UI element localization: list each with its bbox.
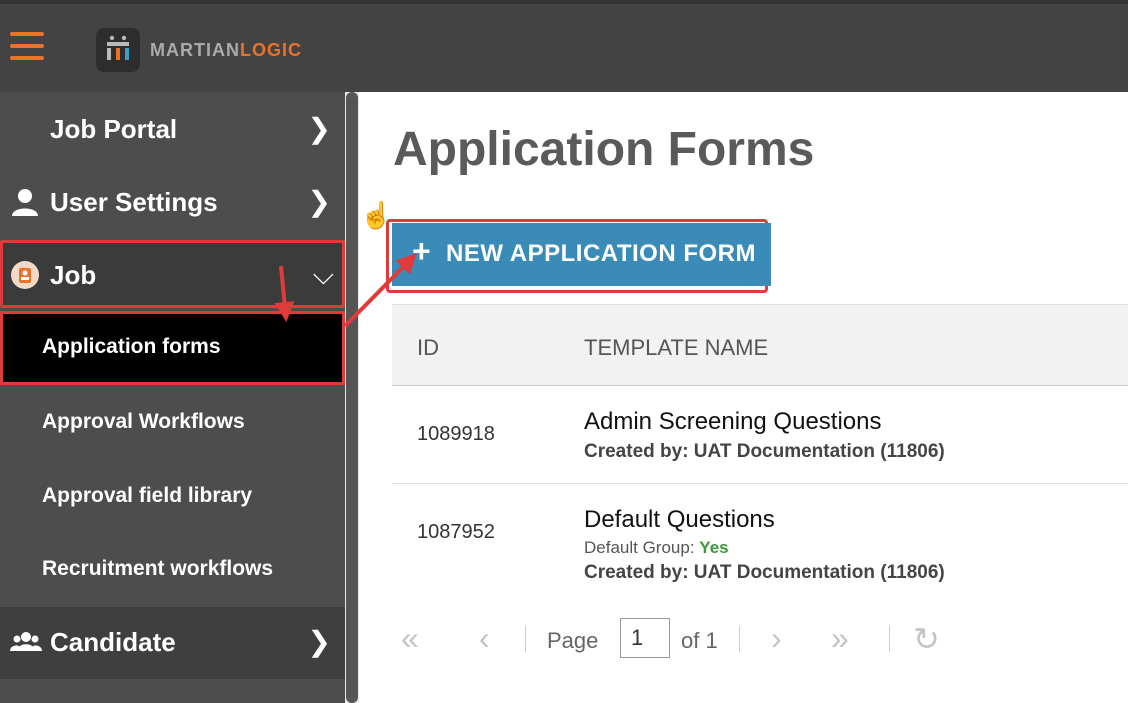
user-icon bbox=[10, 187, 40, 217]
row-template-name[interactable]: Default Questions bbox=[584, 506, 775, 534]
chevron-right-icon: ❯ bbox=[307, 113, 331, 144]
table-row[interactable]: 1087952 Default Questions Default Group:… bbox=[392, 484, 1128, 583]
sidebar-subitem-label: Approval Workflows bbox=[42, 410, 245, 433]
sidebar-subitem-recruitment-workflows[interactable]: Recruitment workflows bbox=[0, 533, 345, 607]
row-id: 1089918 bbox=[417, 423, 495, 445]
column-header-id[interactable]: ID bbox=[417, 335, 439, 361]
row-template-name[interactable]: Admin Screening Questions bbox=[584, 408, 882, 436]
default-group-value: Yes bbox=[699, 538, 729, 557]
page-title: Application Forms bbox=[393, 123, 815, 176]
sidebar-item-job[interactable]: Job ⌵ bbox=[0, 240, 345, 308]
last-page-icon[interactable]: » bbox=[831, 620, 849, 657]
new-application-form-button[interactable]: + NEW APPLICATION FORM bbox=[392, 223, 771, 286]
brand-name: MARTIANLOGIC bbox=[150, 40, 302, 61]
new-application-form-label: NEW APPLICATION FORM bbox=[446, 240, 756, 267]
users-icon bbox=[10, 627, 42, 657]
sidebar-subitem-label: Approval field library bbox=[42, 484, 253, 507]
refresh-icon[interactable]: ↻ bbox=[913, 620, 940, 658]
scrollbar-thumb[interactable] bbox=[346, 92, 358, 703]
pager-divider bbox=[739, 626, 740, 652]
chevron-down-icon: ⌵ bbox=[312, 259, 334, 290]
page-count-label: of 1 bbox=[681, 628, 718, 653]
top-header-bar: MARTIANLOGIC bbox=[0, 0, 1128, 92]
brand-name-right: LOGIC bbox=[240, 40, 302, 60]
main-content: Application Forms + NEW APPLICATION FORM… bbox=[359, 92, 1128, 703]
table-row[interactable]: 1089918 Admin Screening Questions Create… bbox=[392, 386, 1128, 484]
hamburger-menu-icon[interactable] bbox=[10, 32, 44, 60]
sidebar-subitem-label: Application forms bbox=[42, 335, 221, 358]
sidebar-item-label: Job bbox=[50, 260, 97, 290]
sidebar-item-candidate[interactable]: Candidate ❯ bbox=[0, 607, 345, 679]
pager-divider bbox=[889, 626, 890, 652]
chevron-right-icon: ❯ bbox=[307, 626, 331, 657]
row-created-by: Created by: UAT Documentation (11806) bbox=[584, 441, 945, 462]
sidebar-subitem-approval-field-library[interactable]: Approval field library bbox=[0, 460, 345, 534]
default-group-label: Default Group: bbox=[584, 538, 695, 557]
page-number-input[interactable] bbox=[620, 618, 670, 658]
row-created-by: Created by: UAT Documentation (11806) bbox=[584, 562, 945, 583]
table-header: ID TEMPLATE NAME bbox=[392, 304, 1128, 386]
previous-page-icon[interactable]: ‹ bbox=[479, 620, 490, 657]
chevron-right-icon: ❯ bbox=[307, 186, 331, 217]
sidebar-item-label: Job Portal bbox=[50, 114, 178, 144]
sidebar-item-label: Candidate bbox=[50, 627, 176, 657]
hand-cursor-icon: ☝ bbox=[360, 200, 393, 230]
job-badge-icon bbox=[10, 260, 40, 290]
page-label: Page bbox=[547, 628, 599, 653]
sidebar-subitem-label: Recruitment workflows bbox=[42, 557, 274, 580]
pagination-bar: « ‹ Page of 1 › » ↻ bbox=[399, 616, 1019, 660]
brand-name-left: MARTIAN bbox=[150, 40, 240, 60]
next-page-icon[interactable]: › bbox=[771, 620, 782, 657]
sidebar-subitem-application-forms[interactable]: Application forms bbox=[0, 311, 345, 385]
row-default-group: Default Group: Yes bbox=[584, 538, 729, 558]
first-page-icon[interactable]: « bbox=[401, 620, 419, 657]
pager-divider bbox=[525, 626, 526, 652]
sidebar-scrollbar[interactable] bbox=[345, 92, 359, 703]
sidebar: Job Portal ❯ User Settings ❯ Job ⌵ Appli… bbox=[0, 92, 345, 703]
column-header-template-name[interactable]: TEMPLATE NAME bbox=[584, 335, 768, 361]
sidebar-item-user-settings[interactable]: User Settings ❯ bbox=[0, 167, 345, 239]
sidebar-item-job-portal[interactable]: Job Portal ❯ bbox=[0, 94, 345, 166]
sidebar-item-label: User Settings bbox=[50, 187, 218, 217]
plus-icon: + bbox=[412, 233, 431, 269]
row-id: 1087952 bbox=[417, 521, 495, 543]
sidebar-subitem-approval-workflows[interactable]: Approval Workflows bbox=[0, 386, 345, 460]
martianlogic-logo-icon bbox=[96, 28, 140, 72]
